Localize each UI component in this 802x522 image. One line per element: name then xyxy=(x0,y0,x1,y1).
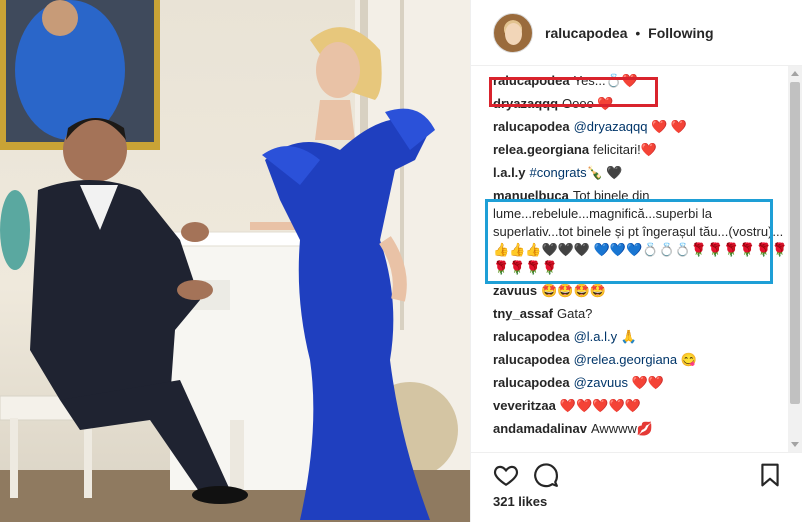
post-header: ralucapodea • Following xyxy=(471,0,802,66)
comment-text: ❤️❤️ xyxy=(627,375,664,390)
engagement-photo-illustration xyxy=(0,0,470,522)
header-separator: • xyxy=(635,24,641,41)
comment-text: Yes...💍❤️ xyxy=(573,73,639,88)
comment-item: ralucapodea @zavuus ❤️❤️ xyxy=(493,374,789,392)
comment-item: ralucapodea @l.a.l.y 🙏 xyxy=(493,328,789,346)
comment-item: ralucapodea @relea.georgiana 😋 xyxy=(493,351,789,369)
post-photo[interactable] xyxy=(0,0,470,522)
post-actions-bar xyxy=(471,452,802,493)
heart-outline-icon[interactable] xyxy=(493,462,519,488)
comment-item: l.a.l.y #congrats🍾 🖤 xyxy=(493,164,789,182)
comment-username[interactable]: ralucapodea xyxy=(493,375,570,390)
comment-item: tny_assaf Gata? xyxy=(493,305,789,323)
bookmark-icon[interactable] xyxy=(757,462,783,488)
comment-username[interactable]: veveritzaa xyxy=(493,398,556,413)
comment-hashtag[interactable]: #congrats xyxy=(530,165,587,180)
comment-item: manuelbuca Tot binele din lume...rebelule… xyxy=(493,187,789,277)
comment-text: 🍾 🖤 xyxy=(586,165,623,180)
scroll-down-arrow-icon[interactable] xyxy=(791,442,799,447)
comment-username[interactable]: tny_assaf xyxy=(493,306,553,321)
comment-text: felicitari!❤️ xyxy=(593,142,657,157)
comment-text: Awwww💋 xyxy=(590,421,654,436)
comment-username[interactable]: zavuus xyxy=(493,283,537,298)
comment-username[interactable]: ralucapodea xyxy=(493,329,570,344)
author-username[interactable]: ralucapodea xyxy=(545,25,627,41)
comment-mention[interactable]: @relea.georgiana xyxy=(574,352,678,367)
comment-item: ralucapodea Yes...💍❤️ xyxy=(493,72,789,90)
comment-username[interactable]: l.a.l.y xyxy=(493,165,526,180)
comment-text: ❤️❤️❤️❤️❤️ xyxy=(559,398,641,413)
comment-text: Gata? xyxy=(556,306,593,321)
comment-item: ralucapodea @dryazaqqq ❤️ ❤️ xyxy=(493,118,789,136)
scrollbar-thumb[interactable] xyxy=(790,82,800,404)
author-avatar[interactable] xyxy=(493,12,533,53)
comment-text: Oooo ❤️ xyxy=(562,96,614,111)
comment-item: andamadalinav Awwww💋 xyxy=(493,420,789,438)
comment-item: zavuus 🤩🤩🤩🤩 xyxy=(493,282,789,300)
comment-username[interactable]: ralucapodea xyxy=(493,73,570,88)
comment-bubble-icon[interactable] xyxy=(533,462,559,488)
comment-text: 🤩🤩🤩🤩 xyxy=(541,283,606,298)
comment-username[interactable]: manuelbuca xyxy=(493,188,569,203)
comments-scrollbar[interactable] xyxy=(788,66,802,452)
comment-item: veveritzaa ❤️❤️❤️❤️❤️ xyxy=(493,397,789,415)
comment-username[interactable]: relea.georgiana xyxy=(493,142,589,157)
scroll-up-arrow-icon[interactable] xyxy=(791,71,799,76)
post-side-panel: ralucapodea • Following ralucapodea Yes..… xyxy=(470,0,802,522)
comments-list[interactable]: ralucapodea Yes...💍❤️ dryazaqqq Oooo ❤️ ra… xyxy=(493,72,789,450)
comment-username[interactable]: ralucapodea xyxy=(493,119,570,134)
following-button[interactable]: Following xyxy=(648,25,713,41)
comment-text: ❤️ ❤️ xyxy=(647,119,688,134)
likes-count[interactable]: 321 likes xyxy=(493,494,547,509)
comment-item: dryazaqqq Oooo ❤️ xyxy=(493,95,789,113)
comment-mention[interactable]: @zavuus xyxy=(574,375,628,390)
comment-username[interactable]: dryazaqqq xyxy=(493,96,558,111)
comment-username[interactable]: andamadalinav xyxy=(493,421,587,436)
comment-mention[interactable]: @dryazaqqq xyxy=(574,119,648,134)
header-text: ralucapodea • Following xyxy=(545,25,714,41)
comment-text: 🙏 xyxy=(617,329,637,344)
comment-mention[interactable]: @l.a.l.y xyxy=(574,329,618,344)
comment-username[interactable]: ralucapodea xyxy=(493,352,570,367)
comment-item: relea.georgiana felicitari!❤️ xyxy=(493,141,789,159)
comment-text: 😋 xyxy=(677,352,697,367)
